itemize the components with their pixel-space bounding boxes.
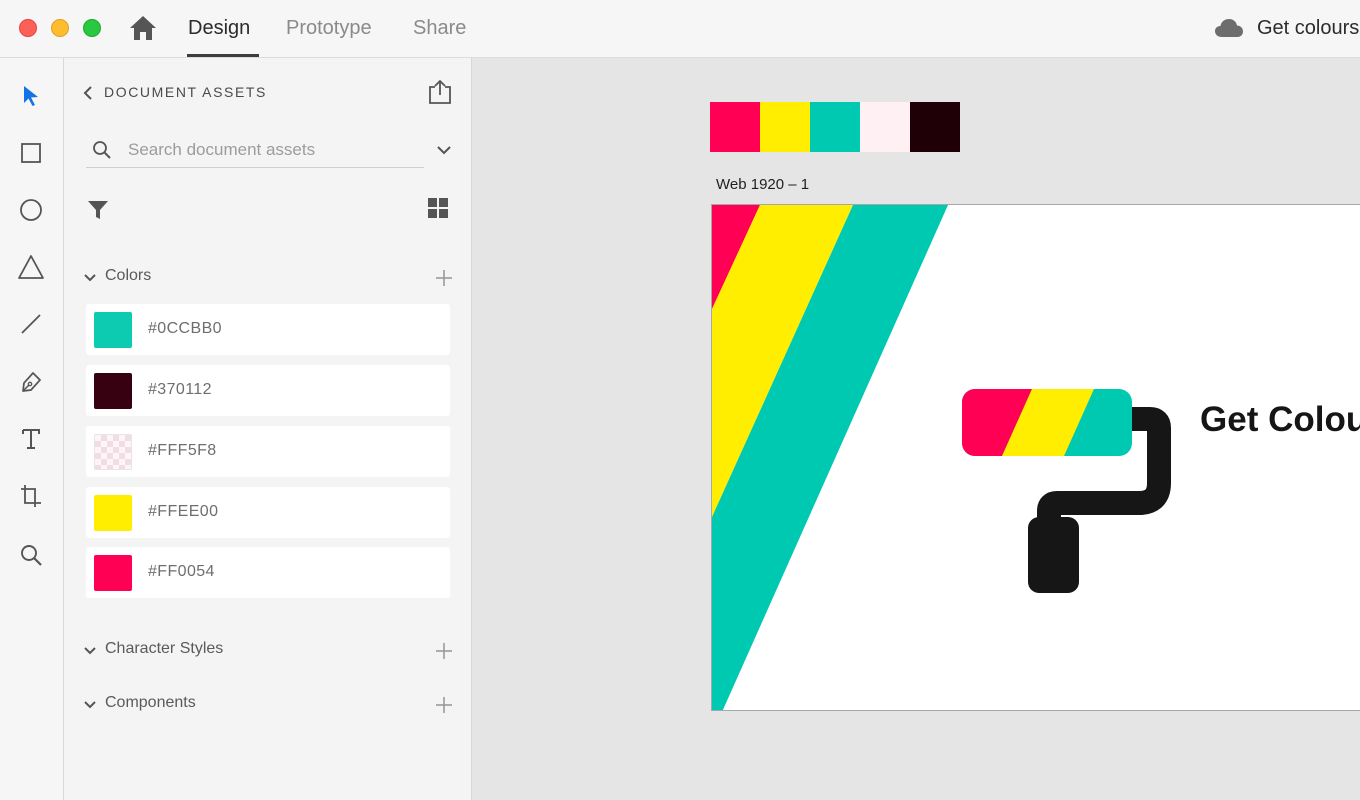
hero-title: Get Colours xyxy=(1200,400,1360,439)
colors-section-header[interactable]: Colors xyxy=(82,266,454,290)
components-section-header[interactable]: Components xyxy=(82,693,454,717)
add-character-style-icon[interactable] xyxy=(434,641,454,661)
design-canvas[interactable]: Web 1920 – 1 Get Colours xyxy=(472,58,1360,800)
color-chip xyxy=(94,495,132,531)
color-swatch-row[interactable]: #FF0054 xyxy=(86,547,450,598)
text-tool-icon[interactable] xyxy=(17,425,45,453)
chevron-down-icon[interactable] xyxy=(82,698,98,712)
chevron-down-icon[interactable] xyxy=(82,644,98,658)
ellipse-tool-icon[interactable] xyxy=(17,196,45,224)
color-hex-label: #0CCBB0 xyxy=(148,320,222,337)
grid-view-icon[interactable] xyxy=(426,196,450,220)
components-section-label: Components xyxy=(105,694,196,711)
select-tool-icon[interactable] xyxy=(17,82,45,110)
pen-tool-icon[interactable] xyxy=(17,368,45,396)
chevron-down-icon[interactable] xyxy=(82,271,98,285)
rectangle-tool-icon[interactable] xyxy=(17,139,45,167)
tab-share[interactable]: Share xyxy=(413,17,466,40)
color-swatch-row[interactable]: #370112 xyxy=(86,365,450,416)
paint-roller-logo xyxy=(962,389,1171,593)
active-tab-indicator xyxy=(187,54,259,57)
artboard-artwork xyxy=(712,205,1171,710)
tab-prototype[interactable]: Prototype xyxy=(286,17,372,40)
panel-title: DOCUMENT ASSETS xyxy=(104,84,267,100)
minimize-window-button[interactable] xyxy=(51,19,69,37)
title-bar: Design Prototype Share Get colours xyxy=(0,0,1360,58)
color-chip xyxy=(94,312,132,348)
artboard-name-label[interactable]: Web 1920 – 1 xyxy=(716,176,809,193)
palette-swatch[interactable] xyxy=(910,102,960,152)
color-palette-strip[interactable] xyxy=(710,102,960,152)
character-styles-section-header[interactable]: Character Styles xyxy=(82,639,454,663)
close-window-button[interactable] xyxy=(19,19,37,37)
palette-swatch[interactable] xyxy=(860,102,910,152)
tab-design[interactable]: Design xyxy=(188,17,250,40)
color-chip xyxy=(94,555,132,591)
share-export-icon[interactable] xyxy=(426,78,454,106)
search-field xyxy=(86,134,424,168)
color-swatch-row[interactable]: #FFEE00 xyxy=(86,487,450,538)
color-hex-label: #FFEE00 xyxy=(148,503,219,520)
tool-rail xyxy=(0,58,64,800)
color-chip xyxy=(94,373,132,409)
palette-swatch[interactable] xyxy=(710,102,760,152)
home-icon[interactable] xyxy=(128,14,158,42)
color-chip xyxy=(94,434,132,470)
color-hex-label: #FF0054 xyxy=(148,563,215,580)
cloud-icon[interactable] xyxy=(1214,17,1244,39)
color-swatch-row[interactable]: #0CCBB0 xyxy=(86,304,450,355)
color-hex-label: #370112 xyxy=(148,381,212,398)
add-component-icon[interactable] xyxy=(434,695,454,715)
filter-icon[interactable] xyxy=(86,198,110,222)
search-icon xyxy=(92,140,112,160)
add-color-icon[interactable] xyxy=(434,268,454,288)
palette-swatch[interactable] xyxy=(810,102,860,152)
artboard[interactable]: Get Colours xyxy=(711,204,1360,711)
back-chevron-icon[interactable] xyxy=(82,86,94,100)
zoom-tool-icon[interactable] xyxy=(17,541,45,569)
document-assets-panel: DOCUMENT ASSETS Colors #0CCBB0 #370112 xyxy=(64,58,472,800)
chevron-down-icon[interactable] xyxy=(434,142,454,158)
color-hex-label: #FFF5F8 xyxy=(148,442,217,459)
maximize-window-button[interactable] xyxy=(83,19,101,37)
character-styles-section-label: Character Styles xyxy=(105,640,224,657)
color-swatch-row[interactable]: #FFF5F8 xyxy=(86,426,450,477)
palette-swatch[interactable] xyxy=(760,102,810,152)
search-input[interactable] xyxy=(128,136,418,164)
document-title[interactable]: Get colours xyxy=(1257,17,1359,40)
line-tool-icon[interactable] xyxy=(17,310,45,338)
artboard-tool-icon[interactable] xyxy=(17,482,45,510)
polygon-tool-icon[interactable] xyxy=(17,253,45,281)
colors-section-label: Colors xyxy=(105,267,152,284)
